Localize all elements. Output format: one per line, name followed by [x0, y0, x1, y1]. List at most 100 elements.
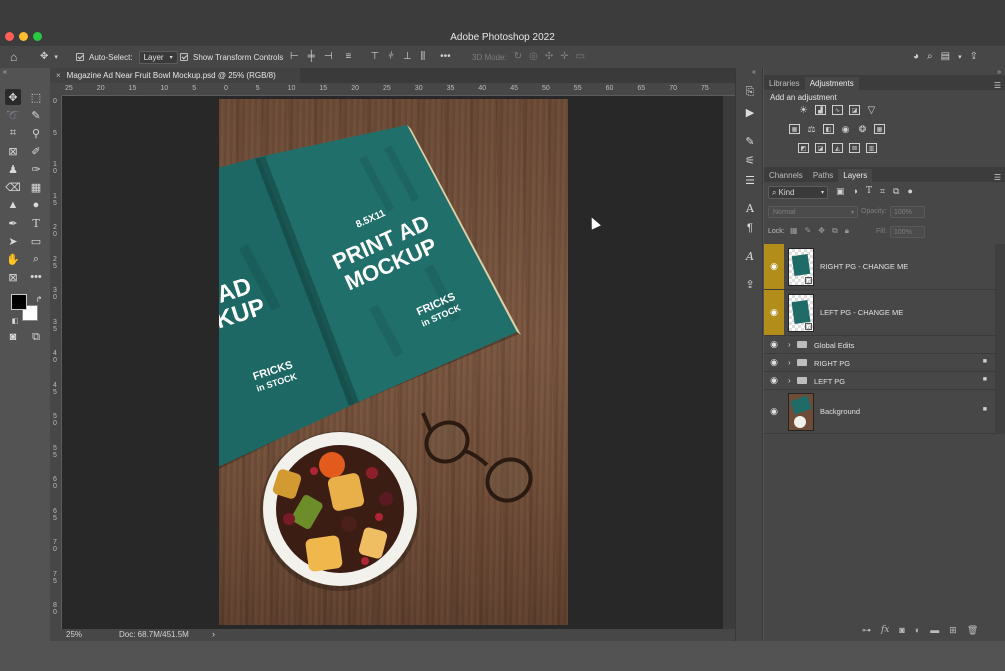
expand-group-icon[interactable]: › — [788, 358, 791, 367]
move-tool-icon[interactable]: ✥ — [40, 52, 48, 62]
edit-toolbar-icon[interactable]: ⊠ — [5, 269, 21, 285]
chevron-down-icon[interactable]: ▾ — [958, 54, 962, 61]
layer-row[interactable]: ◉ › LEFT PG ■ — [764, 372, 995, 390]
layers-scrollbar[interactable] — [995, 244, 1005, 434]
visibility-eye-icon[interactable]: ◉ — [764, 244, 784, 289]
filter-shape-icon[interactable]: ⌗ — [880, 186, 885, 197]
layer-filter-dropdown[interactable]: ⌕ Kind ▾ — [768, 186, 828, 199]
lock-artboard-icon[interactable]: ⧉ — [832, 226, 838, 236]
layer-row[interactable]: ◉ ◲ LEFT PG - CHANGE ME — [764, 290, 995, 336]
paragraph-panel-icon[interactable]: ¶ — [743, 221, 757, 235]
vertical-scrollbar[interactable] — [723, 96, 735, 629]
tab-libraries[interactable]: Libraries — [764, 77, 805, 90]
layer-row[interactable]: ◉ › Global Edits — [764, 336, 995, 354]
fill-field[interactable]: 100% — [890, 226, 925, 238]
lock-position-icon[interactable]: ✥ — [818, 226, 825, 236]
visibility-eye-icon[interactable]: ◉ — [764, 336, 784, 353]
align-bottom-icon[interactable]: ⊥ — [403, 52, 412, 62]
filter-adjustment-icon[interactable]: ◑ — [853, 186, 858, 197]
layer-row[interactable]: ◉ Background ■ — [764, 390, 995, 434]
align-middle-icon[interactable]: ⫩ — [388, 52, 394, 62]
vibrance-icon[interactable]: ▽ — [866, 105, 877, 116]
search-icon[interactable]: ⌕ — [927, 52, 933, 62]
ruler-origin[interactable] — [50, 83, 62, 96]
foreground-color-swatch[interactable] — [11, 294, 27, 310]
tab-channels[interactable]: Channels — [764, 169, 808, 182]
selective-color-icon[interactable]: ⊠ — [849, 143, 860, 153]
visibility-eye-icon[interactable]: ◉ — [764, 390, 784, 433]
document-image[interactable]: 8.5X11 PRINT AD MOCKUP FRICKS in STOCK A… — [219, 99, 568, 625]
share-icon[interactable]: ◕ — [913, 52, 919, 62]
filter-pixel-icon[interactable]: ▣ — [836, 186, 845, 197]
more-options-icon[interactable]: ••• — [440, 52, 451, 62]
status-menu-arrow-icon[interactable]: › — [212, 629, 215, 639]
delete-layer-icon[interactable]: 🗑︎ — [967, 625, 978, 636]
actions-panel-icon[interactable]: ▶ — [743, 105, 757, 119]
lock-all-icon[interactable]: 🔒︎ — [845, 226, 849, 236]
new-layer-icon[interactable]: ⊞ — [949, 625, 957, 636]
zoom-level[interactable]: 25% — [66, 630, 82, 639]
color-lookup-icon[interactable]: ▦ — [874, 124, 885, 134]
3d-scale-icon[interactable]: ▭ — [576, 52, 585, 62]
distribute-vertical-icon[interactable]: ⫼ — [421, 52, 426, 62]
history-panel-icon[interactable]: ⎘ — [743, 85, 757, 99]
brightness-contrast-icon[interactable]: ☀ — [798, 105, 809, 116]
add-mask-icon[interactable]: ◙ — [899, 625, 904, 636]
filter-toggle-icon[interactable]: ● — [907, 186, 912, 197]
lock-pixels-icon[interactable]: ✎ — [805, 226, 812, 236]
chevron-down-icon[interactable]: ▾ — [54, 54, 58, 61]
posterize-icon[interactable]: ◪ — [815, 143, 826, 153]
tab-adjustments[interactable]: Adjustments — [804, 77, 859, 90]
close-tab-icon[interactable]: × — [56, 71, 61, 80]
distribute-icon[interactable]: ≡ — [346, 52, 352, 62]
frame-tool-icon[interactable]: ⊠ — [5, 143, 21, 159]
properties-panel-icon[interactable]: ☰ — [743, 173, 757, 187]
marquee-tool-icon[interactable]: ⬚ — [28, 89, 44, 105]
black-white-icon[interactable]: ◧ — [823, 124, 834, 134]
zoom-tool-icon[interactable]: ⌕ — [28, 251, 44, 267]
brush-tool-icon[interactable]: ✐ — [28, 143, 44, 159]
link-layers-icon[interactable]: ⊶ — [862, 625, 871, 636]
new-group-icon[interactable]: ▬ — [930, 625, 939, 636]
align-right-icon[interactable]: ⊣ — [324, 52, 333, 62]
3d-roll-icon[interactable]: ◎ — [529, 52, 538, 62]
blur-tool-icon[interactable]: ▲ — [5, 197, 21, 213]
visibility-eye-icon[interactable]: ◉ — [764, 290, 784, 335]
layer-row[interactable]: ◉ › RIGHT PG ■ — [764, 354, 995, 372]
workspace-icon[interactable]: ▤ — [941, 52, 950, 62]
lock-transparency-icon[interactable]: ▦ — [790, 226, 798, 236]
expand-group-icon[interactable]: › — [788, 376, 791, 385]
align-left-icon[interactable]: ⊢ — [290, 52, 299, 62]
brushes-panel-icon[interactable]: ✎ — [743, 134, 757, 148]
3d-slide-icon[interactable]: ✛ — [560, 52, 568, 62]
color-balance-icon[interactable]: ⚖ — [806, 124, 817, 134]
photo-filter-icon[interactable]: ◉ — [840, 124, 851, 134]
auto-select-dropdown[interactable]: Layer ▾ — [138, 50, 178, 64]
auto-select-checkbox[interactable] — [76, 53, 84, 61]
path-select-tool-icon[interactable]: ➤ — [5, 233, 21, 249]
stamp-tool-icon[interactable]: ♟ — [5, 161, 21, 177]
align-center-icon[interactable]: ╪ — [308, 52, 315, 62]
quick-select-tool-icon[interactable]: ✎ — [28, 107, 44, 123]
share-export-icon[interactable]: ⇪ — [970, 52, 978, 62]
filter-type-icon[interactable]: T — [866, 186, 872, 197]
opacity-field[interactable]: 100% — [890, 206, 925, 218]
curves-icon[interactable]: ∿ — [832, 105, 843, 115]
show-transform-checkbox[interactable] — [180, 53, 188, 61]
home-icon[interactable]: ⌂ — [10, 51, 17, 63]
new-adjustment-icon[interactable]: ◐ — [915, 625, 920, 636]
vertical-ruler[interactable]: 0 5 1 0 1 5 2 0 2 5 3 0 3 5 4 0 4 5 5 0 5 5 6 0 6 5 7 … — [50, 96, 62, 629]
horizontal-ruler[interactable]: 25 20 15 10 5 0 5 10 15 20 25 30 35 40 45 50 55 60 65 70 75 — [62, 83, 735, 96]
more-tools-icon[interactable]: ••• — [28, 269, 44, 285]
filter-smart-object-icon[interactable]: ⧉ — [893, 186, 899, 197]
3d-drag-icon[interactable]: ✣ — [545, 52, 553, 62]
move-tool-icon[interactable]: ✥ — [5, 89, 21, 105]
dodge-tool-icon[interactable]: ● — [28, 197, 44, 213]
gradient-map-icon[interactable]: ▥ — [866, 143, 877, 153]
hand-tool-icon[interactable]: ✋ — [5, 251, 21, 267]
quick-mask-icon[interactable]: ◙ — [5, 329, 21, 345]
screen-mode-icon[interactable]: ⧉ — [28, 329, 44, 345]
pen-tool-icon[interactable]: ✒ — [5, 215, 21, 231]
glyphs-panel-icon[interactable]: A — [743, 249, 757, 263]
visibility-eye-icon[interactable]: ◉ — [764, 372, 784, 389]
